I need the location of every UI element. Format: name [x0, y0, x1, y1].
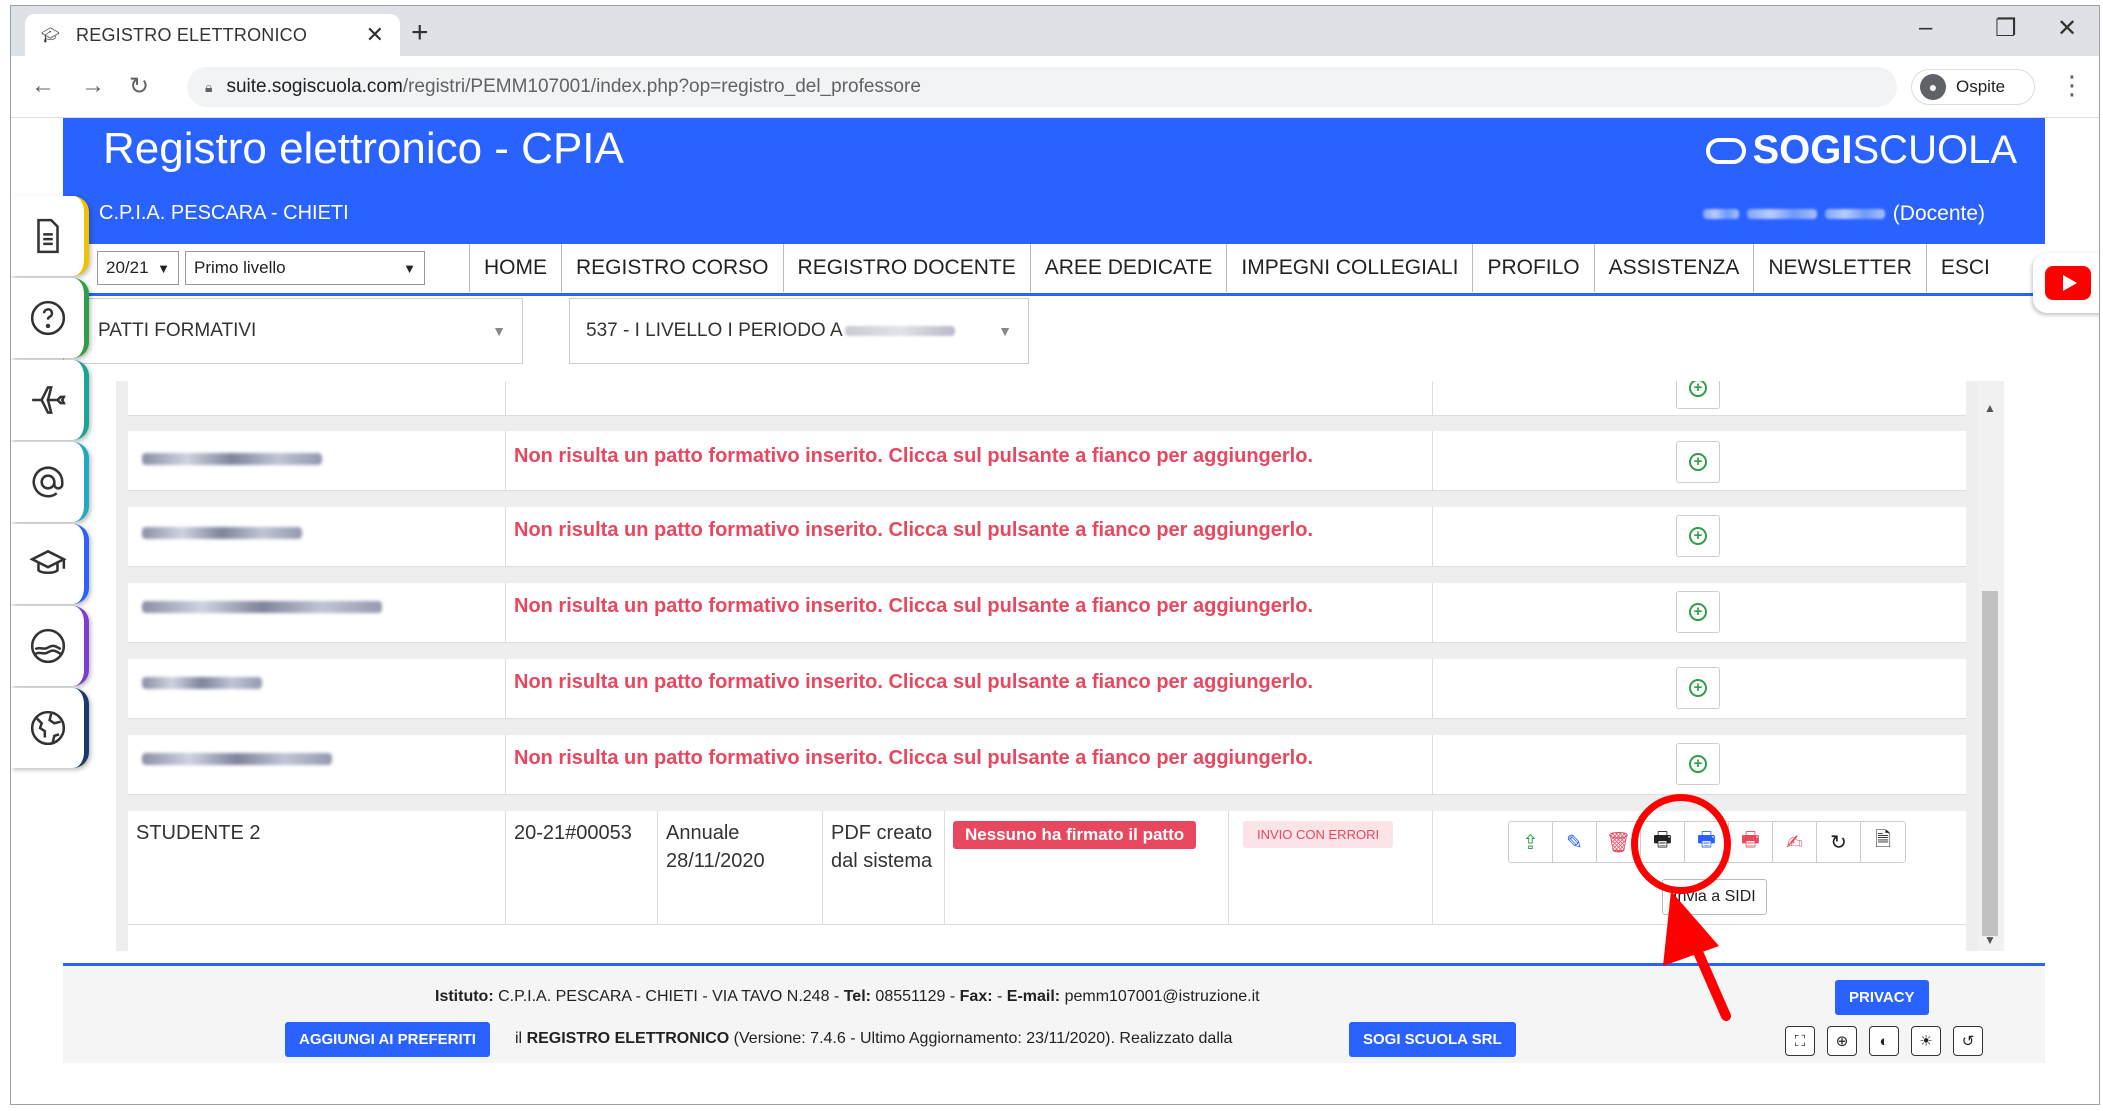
browser-window: 🎓︎ REGISTRO ELETTRONICO ✕ + – ❐ ✕ ← → ↻ … [10, 5, 2100, 1105]
annotation-arrow [1663, 891, 1731, 1021]
